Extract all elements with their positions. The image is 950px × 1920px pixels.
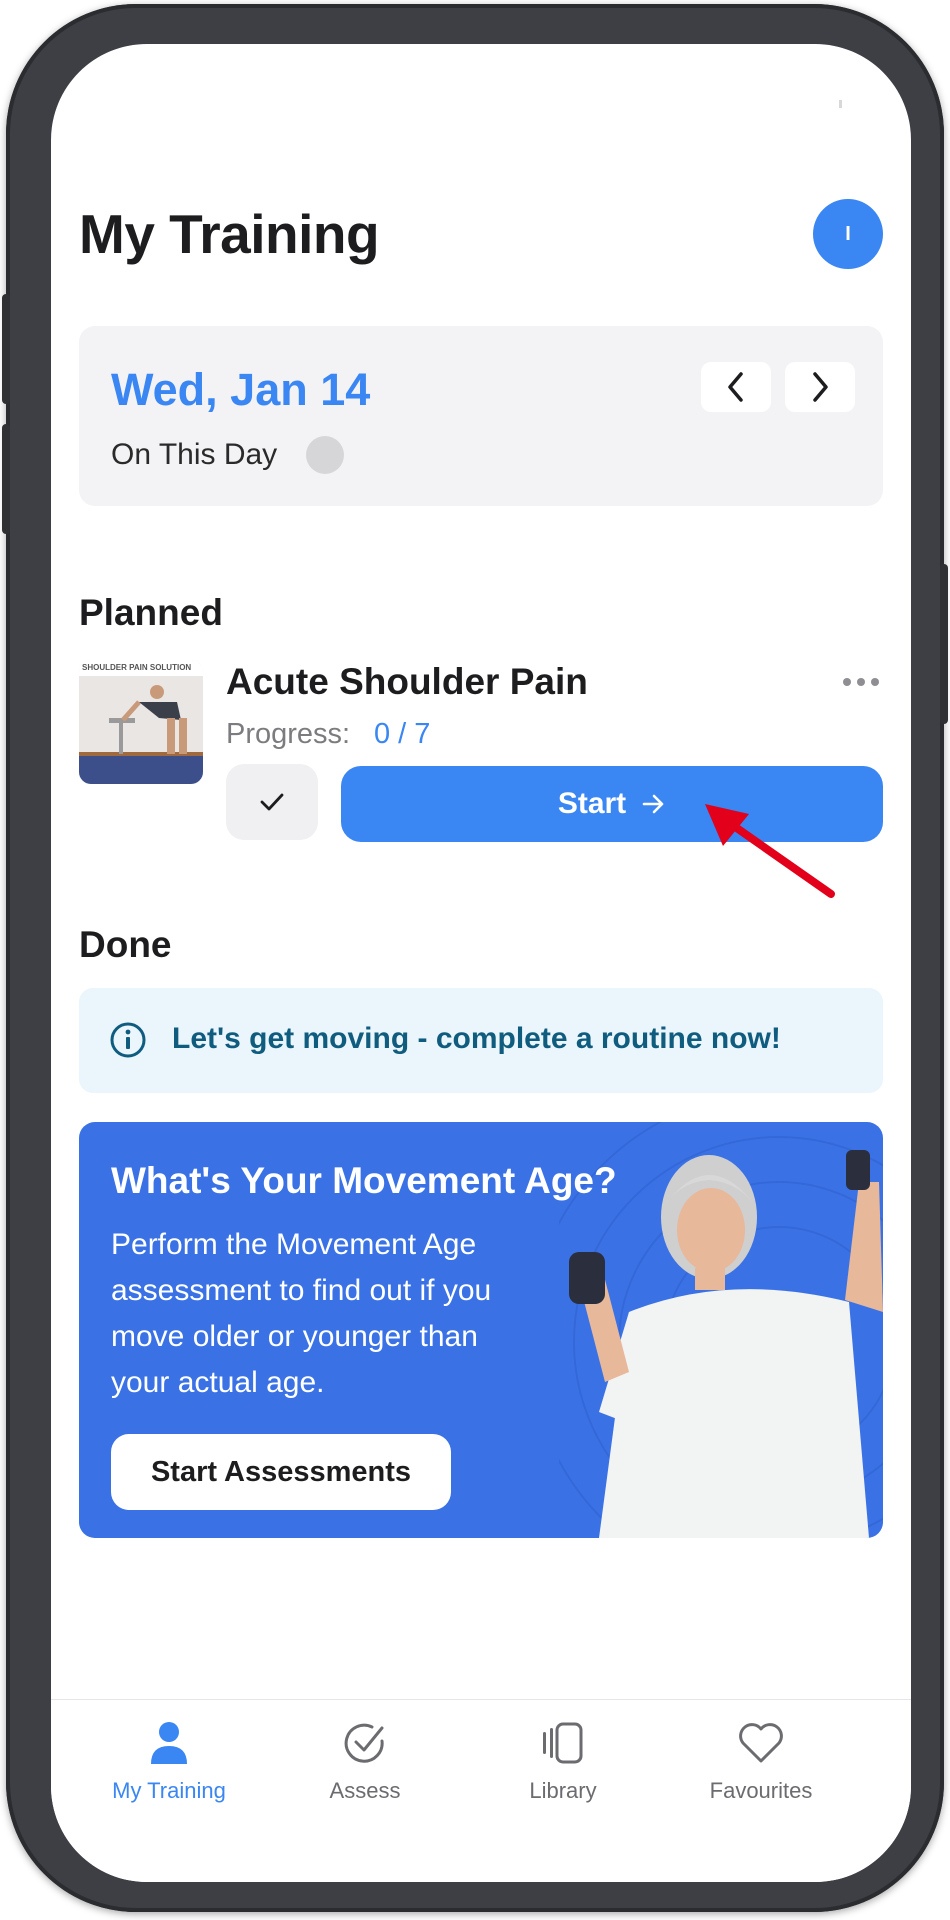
thumbnail-caption: SHOULDER PAIN SOLUTION — [82, 663, 192, 672]
info-icon — [110, 1022, 146, 1058]
more-options-icon[interactable] — [841, 676, 881, 688]
status-bar-indicator — [839, 100, 842, 108]
on-this-day-indicator[interactable] — [306, 436, 344, 474]
routine-title[interactable]: Acute Shoulder Pain — [226, 661, 588, 703]
tab-favourites[interactable]: Favourites — [661, 1720, 861, 1830]
tab-label-assess: Assess — [329, 1778, 401, 1803]
planned-heading: Planned — [79, 592, 223, 633]
mark-done-button[interactable] — [226, 764, 318, 840]
routine-thumbnail[interactable]: SHOULDER PAIN SOLUTION — [79, 660, 203, 784]
promo-description: Perform the Movement Age assessment to f… — [111, 1228, 492, 1399]
promo-title: What's Your Movement Age? — [111, 1160, 617, 1201]
start-assessments-button[interactable]: Start Assessments — [111, 1434, 451, 1510]
routine-thumbnail-image — [79, 660, 203, 784]
tab-assess[interactable]: Assess — [265, 1720, 465, 1830]
chevron-right-icon — [813, 372, 828, 402]
phone-side-button-right — [940, 564, 948, 724]
progress-value: 0 / 7 — [374, 718, 431, 750]
phone-frame: My Training I Wed, Jan 14 On This Day Pl… — [2, 4, 948, 1912]
person-icon — [151, 1722, 187, 1764]
next-day-button[interactable] — [785, 362, 855, 412]
date-card: Wed, Jan 14 On This Day — [79, 326, 883, 506]
arrow-right-icon — [642, 794, 664, 814]
phone-side-button-left-bottom — [2, 424, 10, 534]
library-icon — [543, 1722, 583, 1764]
phone-side-button-left-top — [2, 294, 10, 404]
movement-age-promo-card: What's Your Movement Age? Perform the Mo… — [79, 1122, 883, 1538]
info-banner: Let's get moving - complete a routine no… — [79, 988, 883, 1093]
tab-my-training[interactable]: My Training — [69, 1720, 269, 1830]
tab-label-favourites: Favourites — [709, 1778, 813, 1803]
bottom-tab-bar: My Training Assess Library Favourites — [51, 1699, 911, 1882]
tab-label-my-training: My Training — [112, 1778, 226, 1803]
start-button-label: Start — [557, 787, 627, 820]
on-this-day-label: On This Day — [111, 438, 278, 471]
selected-date: Wed, Jan 14 — [111, 364, 371, 415]
tab-library[interactable]: Library — [463, 1720, 663, 1830]
app-screen: My Training I Wed, Jan 14 On This Day Pl… — [51, 44, 911, 1882]
avatar[interactable]: I — [813, 199, 883, 269]
annotation-arrow — [705, 804, 835, 898]
check-circle-icon — [344, 1723, 384, 1763]
page-title: My Training — [79, 203, 380, 265]
chevron-left-icon — [728, 372, 743, 402]
progress-label: Progress: — [226, 718, 351, 750]
checkmark-icon — [260, 793, 284, 811]
heart-icon — [739, 1723, 783, 1763]
done-heading: Done — [79, 924, 172, 965]
tab-label-library: Library — [529, 1778, 597, 1803]
previous-day-button[interactable] — [701, 362, 771, 412]
info-message: Let's get moving - complete a routine no… — [172, 1022, 781, 1055]
